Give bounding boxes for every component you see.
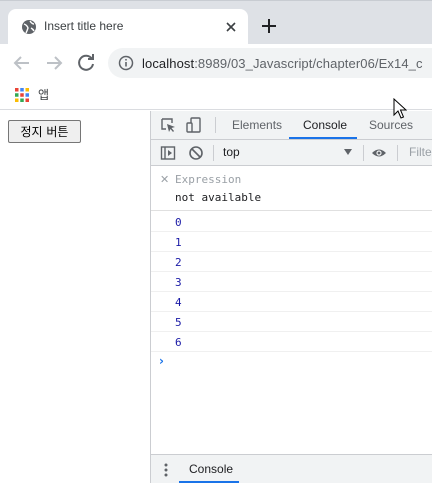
close-icon[interactable]: ✕ — [160, 173, 169, 186]
url-text: localhost:8989/03_Javascript/chapter06/E… — [142, 56, 423, 71]
tab-elements[interactable]: Elements — [232, 118, 282, 132]
context-selector[interactable]: top — [223, 145, 240, 159]
drawer-tab-console[interactable]: Console — [189, 462, 233, 476]
tab-console[interactable]: Console — [303, 118, 347, 132]
console-value: 1 — [175, 236, 182, 249]
console-message: 2 — [151, 252, 432, 272]
console-value: 0 — [175, 216, 182, 229]
devtools-panel: Elements Console Sources top Filte ✕ Exp… — [150, 111, 432, 483]
devtools-drawer: Console — [151, 454, 432, 483]
tab-sources[interactable]: Sources — [369, 118, 413, 132]
show-sidebar-icon[interactable] — [160, 145, 176, 161]
page-content: 정지 버튼 — [0, 111, 150, 483]
reload-icon[interactable] — [74, 51, 98, 75]
console-message: 0 — [151, 212, 432, 232]
live-expression-value: not available — [175, 191, 262, 204]
console-message: 5 — [151, 312, 432, 332]
apps-bookmark-label[interactable]: 앱 — [38, 86, 49, 103]
browser-tab[interactable]: Insert title here — [8, 9, 248, 45]
info-icon[interactable] — [118, 55, 134, 71]
bookmarks-bar: 앱 — [0, 80, 432, 110]
live-expression: ✕ Expression not available — [151, 167, 432, 211]
devtools-tabbar: Elements Console Sources — [151, 111, 432, 140]
toolbar-divider — [397, 145, 398, 161]
globe-icon — [22, 20, 36, 34]
filter-input[interactable]: Filte — [409, 145, 432, 159]
more-vert-icon[interactable] — [163, 462, 169, 478]
console-toolbar: top Filte — [151, 140, 432, 166]
toolbar-divider — [215, 117, 216, 133]
toolbar-divider — [213, 145, 214, 161]
console-value: 2 — [175, 256, 182, 269]
live-expression-label[interactable]: Expression — [175, 173, 241, 186]
mouse-cursor-icon — [393, 98, 407, 119]
arrow-right-icon[interactable] — [42, 51, 66, 75]
apps-grid-icon[interactable] — [14, 87, 30, 103]
console-message: 4 — [151, 292, 432, 312]
url-path: :8989/03_Javascript/chapter06/Ex14_c — [194, 56, 423, 71]
console-value: 3 — [175, 276, 182, 289]
console-log: 0 1 2 3 4 5 6 › — [151, 212, 432, 372]
arrow-left-icon[interactable] — [10, 51, 34, 75]
clear-console-icon[interactable] — [188, 145, 204, 161]
console-value: 5 — [175, 316, 182, 329]
console-value: 6 — [175, 336, 182, 349]
active-tab-indicator — [289, 137, 357, 139]
eye-icon[interactable] — [371, 145, 387, 161]
url-host: localhost — [142, 56, 195, 71]
console-message: 1 — [151, 232, 432, 252]
toolbar-divider — [363, 145, 364, 161]
plus-icon[interactable] — [258, 15, 280, 37]
close-icon[interactable] — [222, 18, 240, 36]
inspect-element-icon[interactable] — [160, 117, 176, 133]
tab-title: Insert title here — [44, 19, 124, 33]
console-value: 4 — [175, 296, 182, 309]
chevron-down-icon[interactable] — [344, 149, 352, 155]
chevron-right-icon: › — [159, 354, 164, 368]
console-message: 6 — [151, 332, 432, 352]
console-prompt-row[interactable]: › — [151, 352, 432, 372]
browser-toolbar: localhost:8989/03_Javascript/chapter06/E… — [0, 44, 432, 80]
browser-tabstrip: Insert title here — [0, 0, 432, 45]
device-toolbar-icon[interactable] — [186, 117, 202, 133]
stop-button[interactable]: 정지 버튼 — [8, 120, 81, 143]
console-message: 3 — [151, 272, 432, 292]
address-bar[interactable]: localhost:8989/03_Javascript/chapter06/E… — [108, 48, 432, 78]
